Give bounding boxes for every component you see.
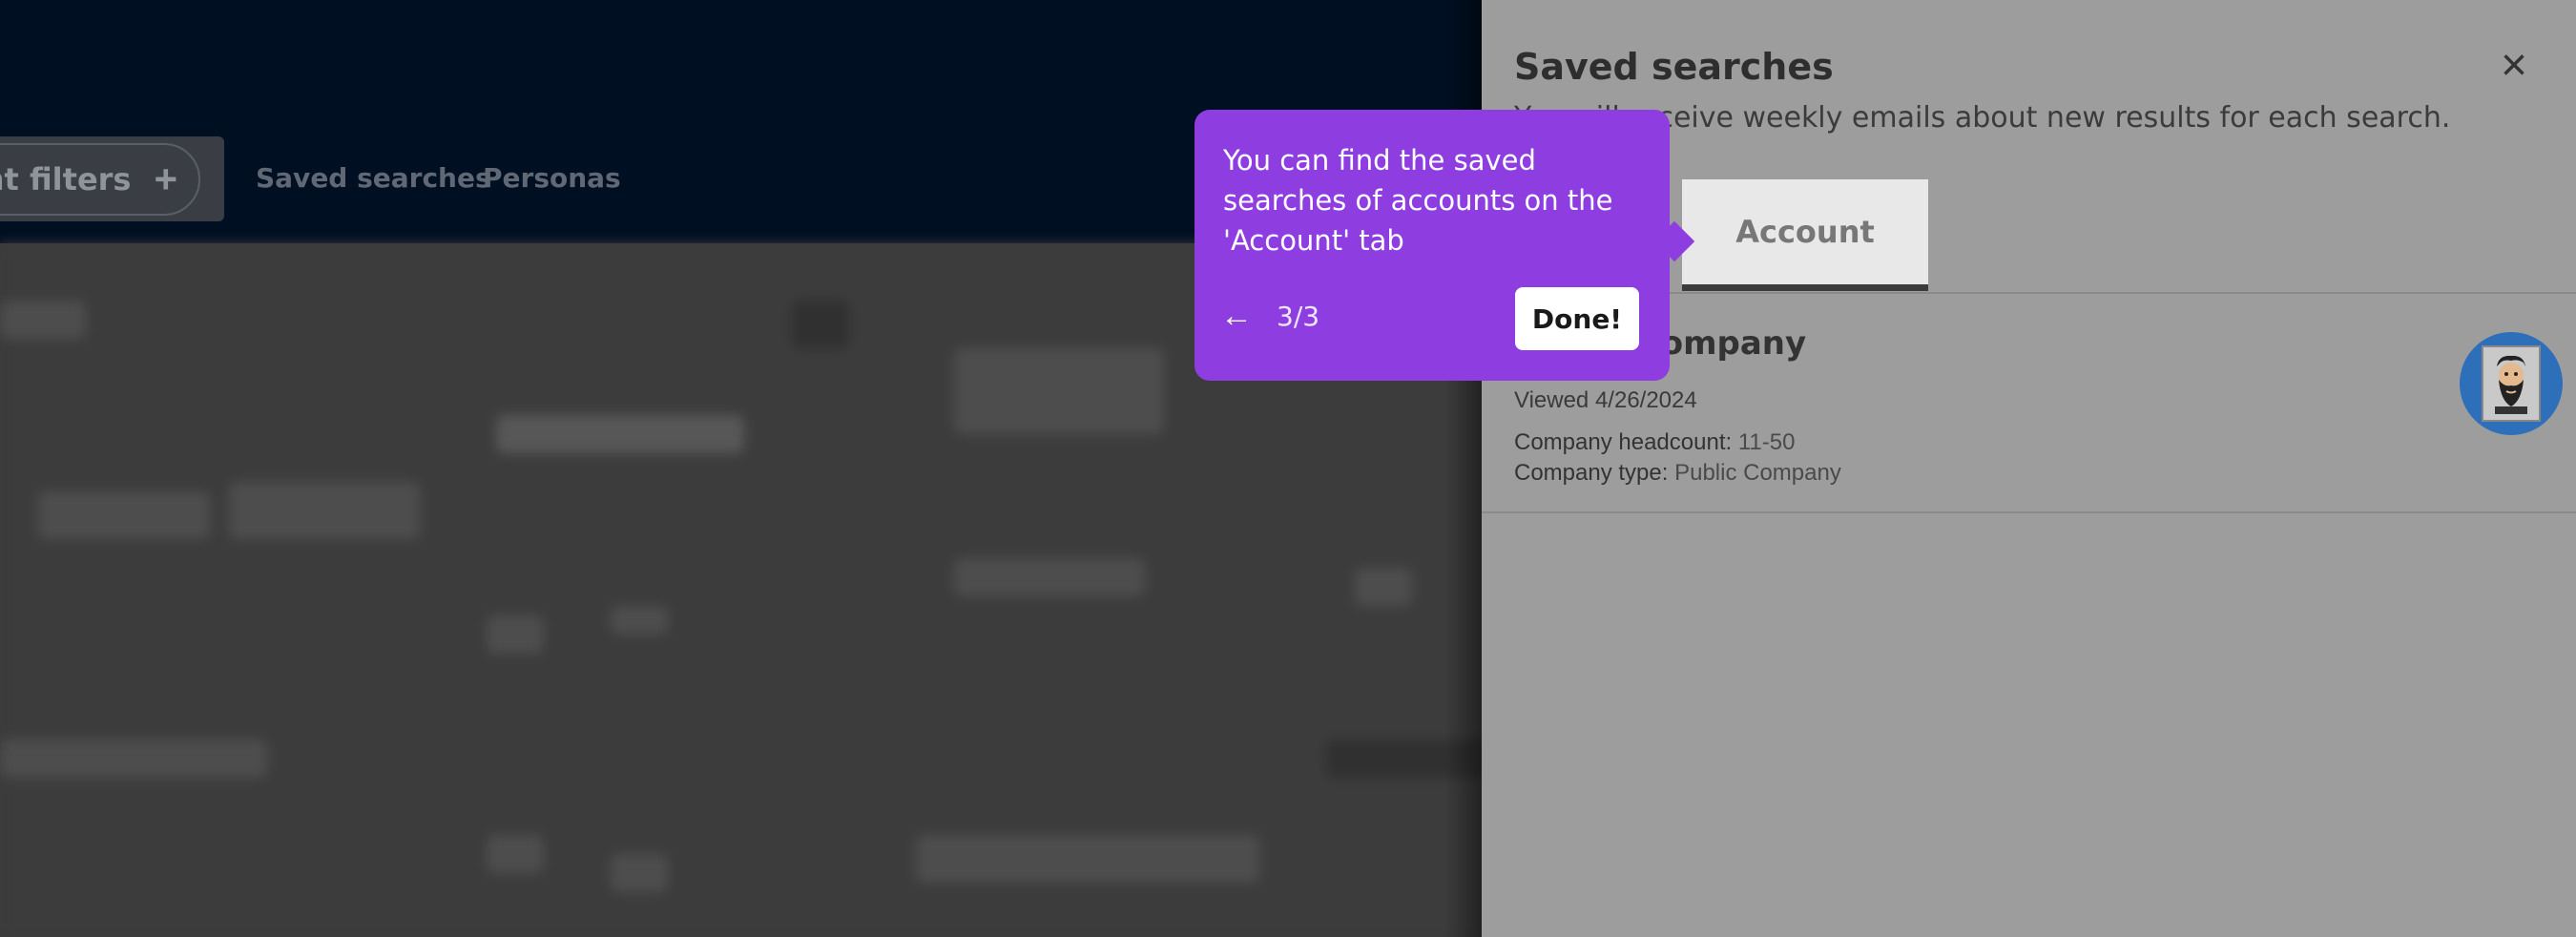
company-headcount: Company headcount: 11-50 (1514, 429, 1795, 456)
tour-message: You can find the saved searches of accou… (1223, 144, 1613, 257)
header-link-personas[interactable]: Personas (483, 162, 621, 194)
close-icon[interactable]: × (2489, 40, 2539, 91)
company-headcount-value: 11-50 (1737, 429, 1796, 455)
done-button[interactable]: Done! (1515, 287, 1639, 350)
company-type-label: Company type: (1514, 460, 1669, 486)
company-type: Company type: Public Company (1514, 460, 1841, 487)
arrow-left-icon[interactable]: ← (1217, 297, 1256, 335)
account-filters-label: unt filters (0, 161, 132, 198)
account-filters-button[interactable]: unt filters + (0, 143, 200, 216)
header-link-saved-searches[interactable]: Saved searches (256, 162, 491, 194)
avatar (2460, 332, 2563, 435)
drawer-title: Saved searches (1514, 46, 1834, 88)
bearded-face-icon (2482, 345, 2541, 422)
tour-tooltip: You can find the saved searches of accou… (1195, 110, 1670, 381)
company-type-value: Public Company (1674, 460, 1841, 486)
saved-search-viewed-date: Viewed 4/26/2024 (1514, 387, 1697, 413)
tour-progress: 3/3 (1277, 301, 1320, 332)
tab-account[interactable]: Account (1682, 179, 1928, 291)
company-headcount-label: Company headcount: (1514, 429, 1733, 455)
plus-icon: + (154, 156, 177, 201)
